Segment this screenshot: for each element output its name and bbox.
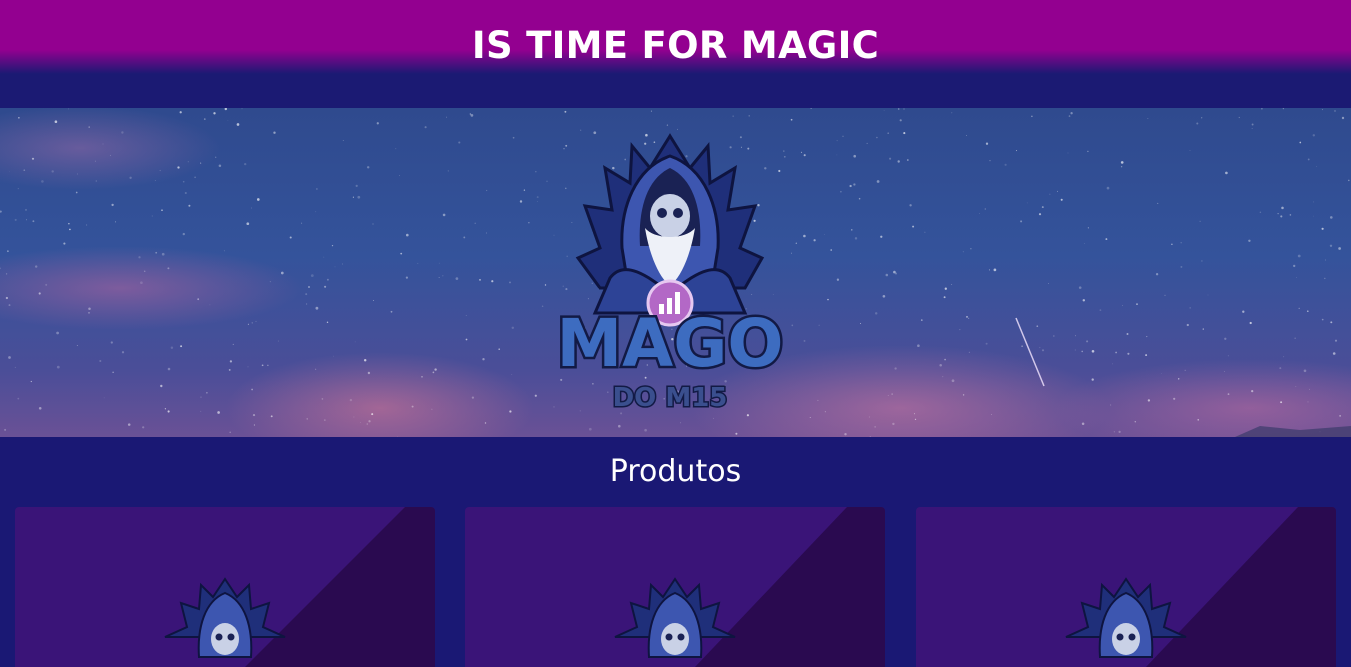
- wizard-logo-icon: [164, 577, 286, 658]
- product-card-2[interactable]: [465, 507, 885, 667]
- logo-text-sub: DO M15: [613, 383, 728, 413]
- hero-banner: MAGO DO M15: [0, 108, 1351, 437]
- product-card-1[interactable]: [15, 507, 435, 667]
- product-card-3[interactable]: [916, 507, 1336, 667]
- wizard-logo-icon: MAGO DO M15: [554, 133, 786, 415]
- wizard-logo-icon: [614, 577, 736, 658]
- products-heading: Produtos: [609, 454, 742, 489]
- site-title: IS TIME FOR MAGIC: [471, 24, 880, 67]
- site-header: IS TIME FOR MAGIC: [0, 0, 1351, 108]
- wizard-logo-icon: [1065, 577, 1187, 658]
- logo-text-main: MAGO: [556, 305, 783, 382]
